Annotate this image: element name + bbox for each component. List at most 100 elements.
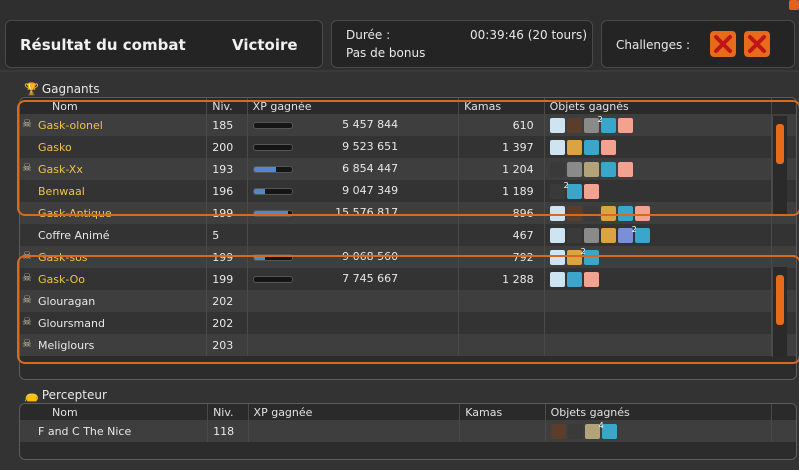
item-icon[interactable]: 2 [598, 115, 616, 133]
level-cell: 203 [206, 334, 248, 356]
player-name-cell[interactable]: ☠ Gloursmand [20, 312, 208, 334]
player-name[interactable]: Gask-Oo [38, 273, 85, 286]
item-icon[interactable] [583, 117, 599, 133]
xp-value: 9 523 651 [342, 140, 399, 153]
item-icon[interactable] [549, 249, 565, 265]
item-icon[interactable]: 2 [564, 181, 582, 199]
table-row[interactable]: ☠ Gask-Oo 199 7 745 667 1 288 [20, 268, 796, 290]
item-icon[interactable] [566, 161, 582, 177]
item-icon[interactable] [550, 423, 566, 439]
col-level: Niv. [206, 98, 248, 114]
item-icon[interactable] [566, 227, 582, 243]
player-name[interactable]: Benwaal [38, 185, 85, 198]
item-icon[interactable] [567, 423, 583, 439]
item-icon[interactable] [583, 183, 599, 199]
item-icon[interactable] [584, 423, 600, 439]
bonus-text: Pas de bonus [346, 46, 426, 60]
item-icon[interactable]: 2 [632, 225, 650, 243]
challenge-failed-icon[interactable] [710, 31, 736, 57]
table-row[interactable]: Coffre Animé 5 467 2 [20, 224, 796, 246]
player-name[interactable]: Gloursmand [38, 317, 105, 330]
item-icon[interactable] [549, 227, 565, 243]
kamas-cell [458, 312, 545, 334]
player-name[interactable]: Gask-sos [38, 251, 88, 264]
item-icon[interactable] [566, 249, 582, 265]
table-row[interactable]: ☠ Gloursmand 202 [20, 312, 796, 334]
xp-progress-fill [253, 255, 266, 260]
kamas-cell [458, 334, 545, 356]
player-name-cell[interactable]: ☠ Gask-olonel [20, 114, 208, 136]
player-name-cell[interactable]: Gasko [20, 136, 208, 158]
player-name[interactable]: Gasko [38, 141, 72, 154]
level-cell: 202 [206, 290, 248, 312]
player-name-cell[interactable]: ☠ Gask-Xx [20, 158, 208, 180]
player-name-cell[interactable]: Benwaal [20, 180, 208, 202]
item-icon[interactable] [566, 205, 582, 221]
xp-value: 6 854 447 [342, 162, 399, 175]
item-icon[interactable] [617, 227, 633, 243]
challenges-label: Challenges : [616, 38, 691, 52]
player-name[interactable]: Meliglours [38, 339, 94, 352]
player-name-cell[interactable]: Coffre Animé [20, 224, 208, 246]
table-row[interactable]: Gasko 200 9 523 651 1 397 [20, 136, 796, 158]
item-icon[interactable] [617, 117, 633, 133]
table-row[interactable]: ☠ Gask-olonel 185 5 457 844 610 2 [20, 114, 796, 136]
items-cell: 2 [544, 224, 772, 246]
player-name-cell[interactable]: F and C The Nice [20, 420, 209, 442]
col-name: Nom [20, 404, 209, 420]
item-icon[interactable] [583, 227, 599, 243]
winners-scrollbar[interactable] [772, 116, 787, 216]
table-row[interactable]: Benwaal 196 9 047 349 1 189 2 [20, 180, 796, 202]
item-icon[interactable] [600, 161, 616, 177]
kamas-cell: 896 [458, 202, 545, 224]
table-row[interactable]: Gask-Antique 199 15 576 817 896 [20, 202, 796, 224]
winners-scrollbar-2[interactable] [772, 267, 787, 357]
item-icon[interactable] [549, 205, 565, 221]
item-icon[interactable] [600, 227, 616, 243]
item-icon[interactable]: 4 [599, 421, 617, 439]
player-name-cell[interactable]: ☠ Gask-Oo [20, 268, 208, 290]
table-row[interactable]: ☠ Gask-sos 199 9 068 560 792 2 [20, 246, 796, 268]
table-row[interactable]: F and C The Nice 118 4 [20, 420, 796, 442]
header-bar: Résultat du combat Victoire Durée : Pas … [0, 0, 799, 70]
item-icon[interactable] [566, 271, 582, 287]
item-icon[interactable] [583, 205, 599, 221]
player-name-cell[interactable]: ☠ Glouragan [20, 290, 208, 312]
table-row[interactable]: ☠ Glouragan 202 [20, 290, 796, 312]
item-icon[interactable] [583, 271, 599, 287]
item-icon[interactable] [583, 161, 599, 177]
player-name-cell[interactable]: Gask-Antique [20, 202, 208, 224]
item-icon[interactable] [566, 117, 582, 133]
player-name[interactable]: Coffre Animé [38, 229, 110, 242]
player-name-cell[interactable]: ☠ Meliglours [20, 334, 208, 356]
player-name[interactable]: Gask-olonel [38, 119, 103, 132]
item-icon[interactable] [634, 205, 650, 221]
item-icon[interactable] [617, 161, 633, 177]
scroll-thumb[interactable] [776, 275, 784, 325]
player-name[interactable]: Gask-Xx [38, 163, 83, 176]
item-icon[interactable] [600, 139, 616, 155]
table-row[interactable]: ☠ Meliglours 203 [20, 334, 796, 356]
item-icon[interactable] [583, 139, 599, 155]
item-icon[interactable] [549, 139, 565, 155]
skull-icon: ☠ [22, 271, 32, 284]
xp-value: 9 068 560 [342, 250, 399, 263]
scroll-thumb[interactable] [776, 124, 784, 164]
item-icon[interactable] [549, 271, 565, 287]
close-button[interactable] [789, 0, 799, 10]
item-icon[interactable] [617, 205, 633, 221]
item-icon[interactable]: 2 [581, 247, 599, 265]
table-row[interactable]: ☠ Gask-Xx 193 6 854 447 1 204 [20, 158, 796, 180]
player-name[interactable]: Gask-Antique [38, 207, 112, 220]
player-name-cell[interactable]: ☠ Gask-sos [20, 246, 208, 268]
item-icon[interactable] [549, 117, 565, 133]
challenge-failed-icon[interactable] [744, 31, 770, 57]
player-name[interactable]: Glouragan [38, 295, 95, 308]
item-icon[interactable] [549, 183, 565, 199]
level-cell: 193 [206, 158, 248, 180]
player-name[interactable]: F and C The Nice [38, 425, 131, 438]
item-icon[interactable] [566, 139, 582, 155]
item-icon[interactable] [600, 205, 616, 221]
item-icon[interactable] [549, 161, 565, 177]
xp-cell [247, 334, 460, 356]
